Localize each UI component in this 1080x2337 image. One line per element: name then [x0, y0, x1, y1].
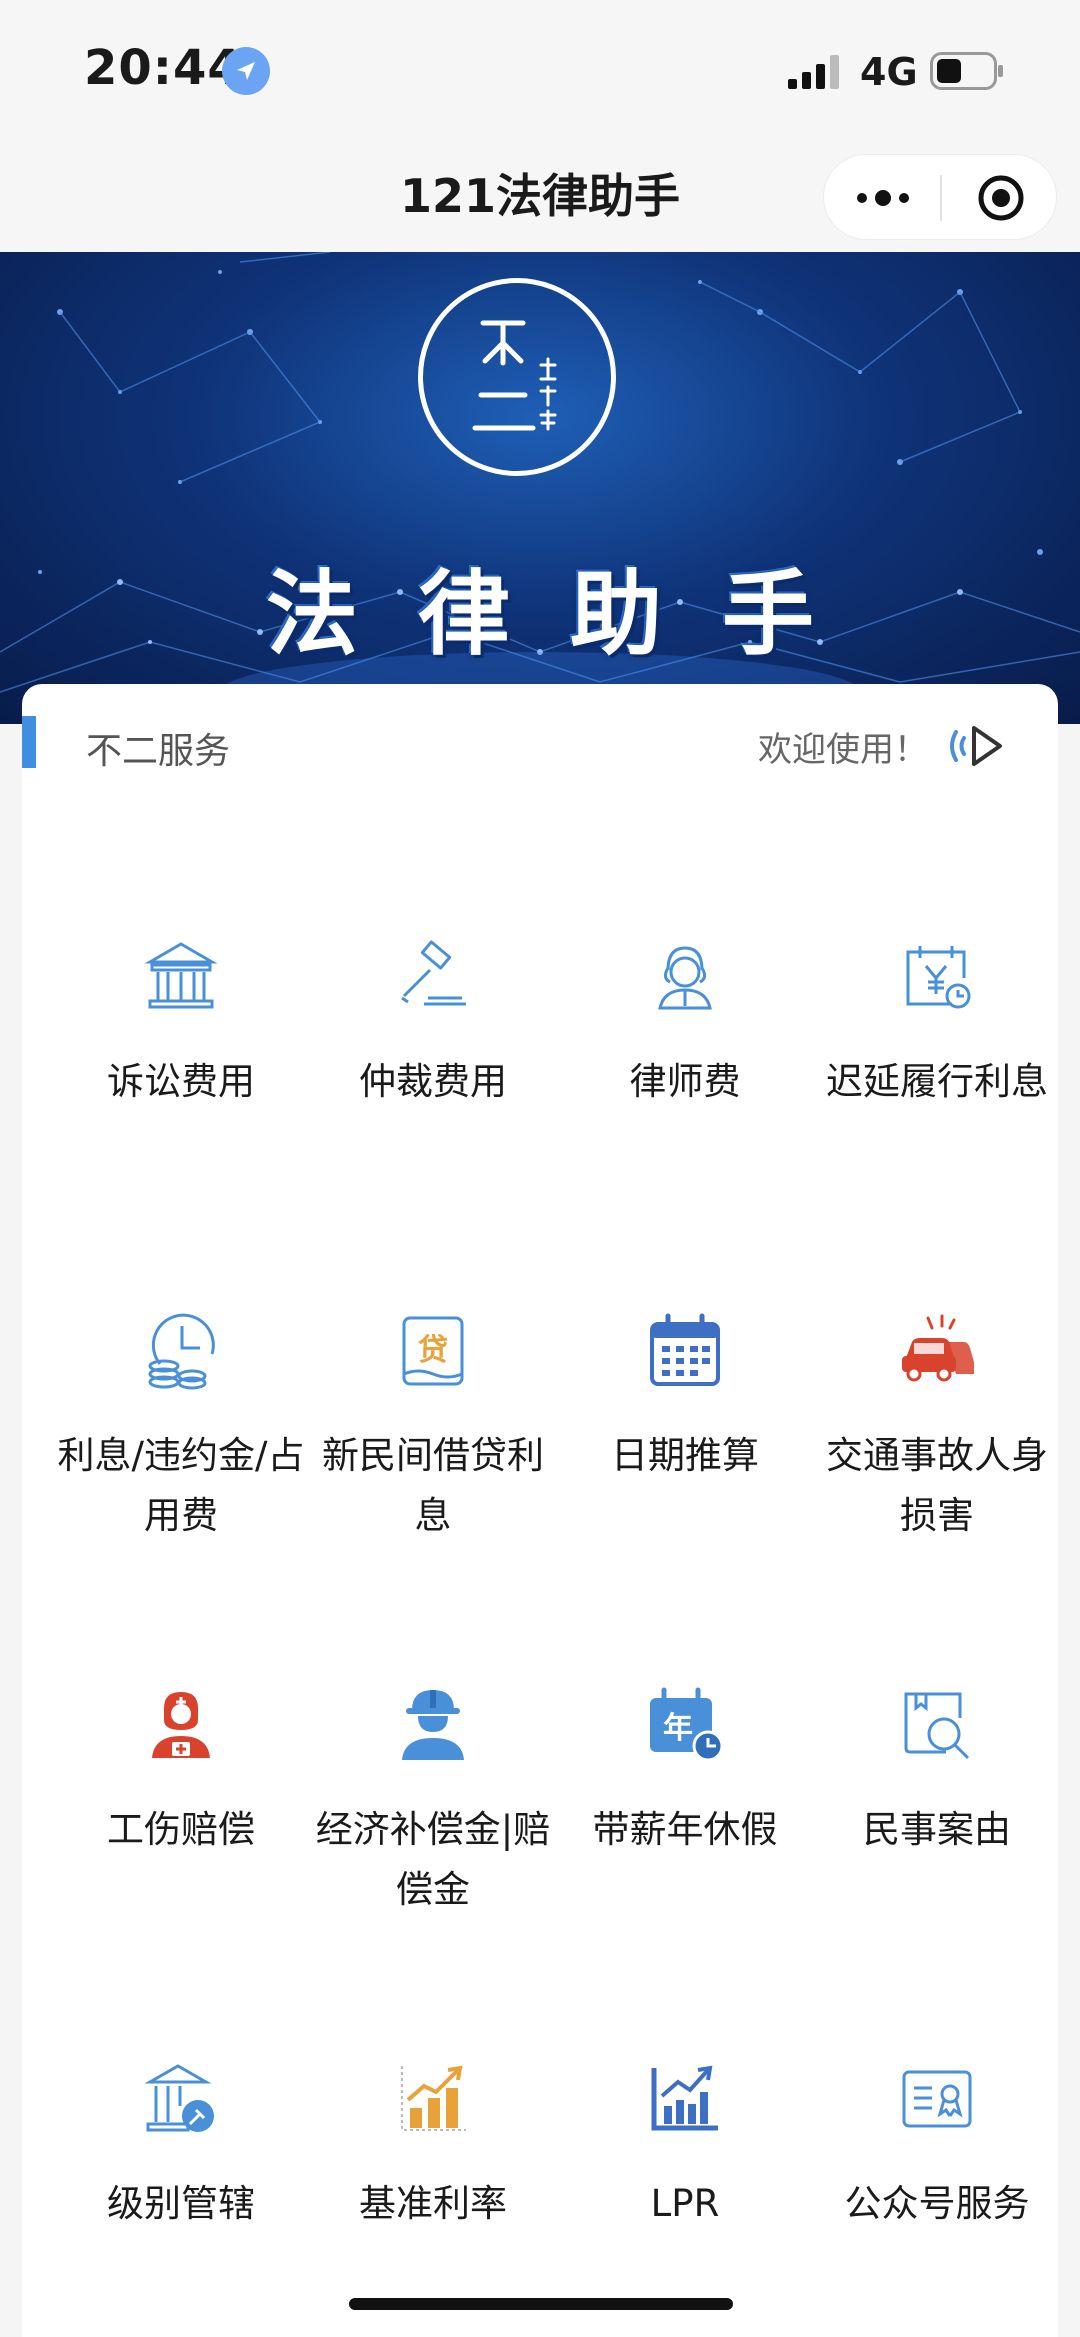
service-item-date-calculation[interactable]: 日期推算: [559, 1312, 811, 1486]
lpr-chart-icon: [651, 2065, 718, 2131]
brand-logo: [418, 278, 616, 476]
service-label: 经济补偿金|赔偿金: [315, 1808, 551, 1911]
service-item-lawyer-fee[interactable]: 律师费: [559, 938, 811, 1112]
car-crash-icon: [902, 1314, 974, 1382]
service-label: 级别管辖: [107, 2182, 255, 2225]
service-label: 诉讼费用: [107, 1060, 255, 1103]
service-label: 律师费: [629, 1060, 741, 1103]
service-label: 仲裁费用: [359, 1060, 507, 1103]
service-item-litigation-fee[interactable]: 诉讼费用: [55, 938, 307, 1112]
service-item-private-loan-interest[interactable]: 贷 新民间借贷利息: [307, 1312, 559, 1546]
certificate-icon: [902, 2070, 972, 2128]
nav-bar: 121法律助手: [0, 130, 1080, 252]
network-type: 4G: [860, 50, 918, 94]
welcome-text: 欢迎使用！: [758, 730, 928, 770]
status-time: 20:44: [84, 40, 242, 96]
home-indicator[interactable]: [349, 2298, 733, 2310]
service-item-paid-annual-leave[interactable]: 年 带薪年休假: [559, 1686, 811, 1860]
service-label: 新民间借贷利息: [322, 1434, 544, 1537]
section-title: 不二服务: [86, 731, 231, 772]
service-label: LPR: [650, 2182, 720, 2225]
more-dot-icon: [874, 190, 891, 206]
injury-worker-icon: [152, 1692, 210, 1758]
svg-text:年: 年: [663, 1711, 693, 1746]
clock-coins-icon: [148, 1313, 215, 1390]
gavel-icon: [401, 940, 466, 1006]
service-item-lpr[interactable]: LPR: [559, 2060, 811, 2234]
loan-icon: 贷: [402, 1316, 464, 1386]
service-item-traffic-accident[interactable]: 交通事故人身损害: [811, 1312, 1063, 1546]
annual-leave-icon: 年: [650, 1687, 724, 1762]
service-label: 工伤赔偿: [107, 1808, 255, 1851]
mini-program-capsule: [823, 154, 1057, 240]
jurisdiction-icon: [144, 2064, 214, 2132]
more-dot-icon: [898, 193, 909, 203]
service-label: 交通事故人身损害: [826, 1434, 1048, 1537]
service-item-interest-penalty[interactable]: 利息/违约金/占用费: [55, 1312, 307, 1546]
service-item-official-account[interactable]: 公众号服务: [811, 2060, 1063, 2234]
service-item-civil-case-cause[interactable]: 民事案由: [811, 1686, 1063, 1860]
service-item-delayed-interest[interactable]: 迟延履行利息: [811, 938, 1063, 1112]
close-target-icon[interactable]: [977, 174, 1025, 222]
battery-icon: [930, 52, 1003, 90]
rate-chart-icon: [401, 2065, 466, 2131]
service-item-benchmark-rate[interactable]: 基准利率: [307, 2060, 559, 2234]
calendar-icon: [650, 1313, 720, 1386]
service-label: 民事案由: [863, 1808, 1011, 1851]
speaker-icon[interactable]: [946, 722, 1004, 770]
banner-title: 法律助手: [265, 561, 874, 668]
calendar-yen-icon: [906, 946, 971, 1009]
service-label: 公众号服务: [844, 2182, 1030, 2225]
more-menu-button[interactable]: [824, 155, 941, 241]
service-item-arbitration-fee[interactable]: 仲裁费用: [307, 938, 559, 1112]
service-item-jurisdiction-level[interactable]: 级别管辖: [55, 2060, 307, 2234]
book-search-icon: [904, 1692, 970, 1760]
cellular-signal-icon: [788, 55, 839, 89]
service-label: 利息/违约金/占用费: [57, 1434, 305, 1537]
lawyer-icon: [658, 946, 712, 1010]
location-arrow-icon: [222, 47, 270, 95]
services-card: 不二服务 欢迎使用！ 诉讼费用 仲裁费用 律师费 迟延履行利息 利息/违约金/占…: [22, 684, 1058, 2337]
section-accent-bar: [22, 716, 36, 768]
courthouse-icon: [144, 942, 218, 1009]
service-label: 日期推算: [611, 1434, 759, 1477]
service-label: 迟延履行利息: [826, 1060, 1048, 1103]
capsule-divider: [940, 175, 942, 221]
more-dot-icon: [856, 193, 867, 203]
service-label: 基准利率: [359, 2182, 507, 2225]
construction-worker-icon: [402, 1690, 464, 1760]
service-label: 带薪年休假: [592, 1808, 778, 1851]
status-bar: 20:44 4G: [0, 0, 1080, 130]
svg-text:贷: 贷: [418, 1333, 448, 1368]
service-item-economic-compensation[interactable]: 经济补偿金|赔偿金: [307, 1686, 559, 1920]
service-item-work-injury[interactable]: 工伤赔偿: [55, 1686, 307, 1860]
